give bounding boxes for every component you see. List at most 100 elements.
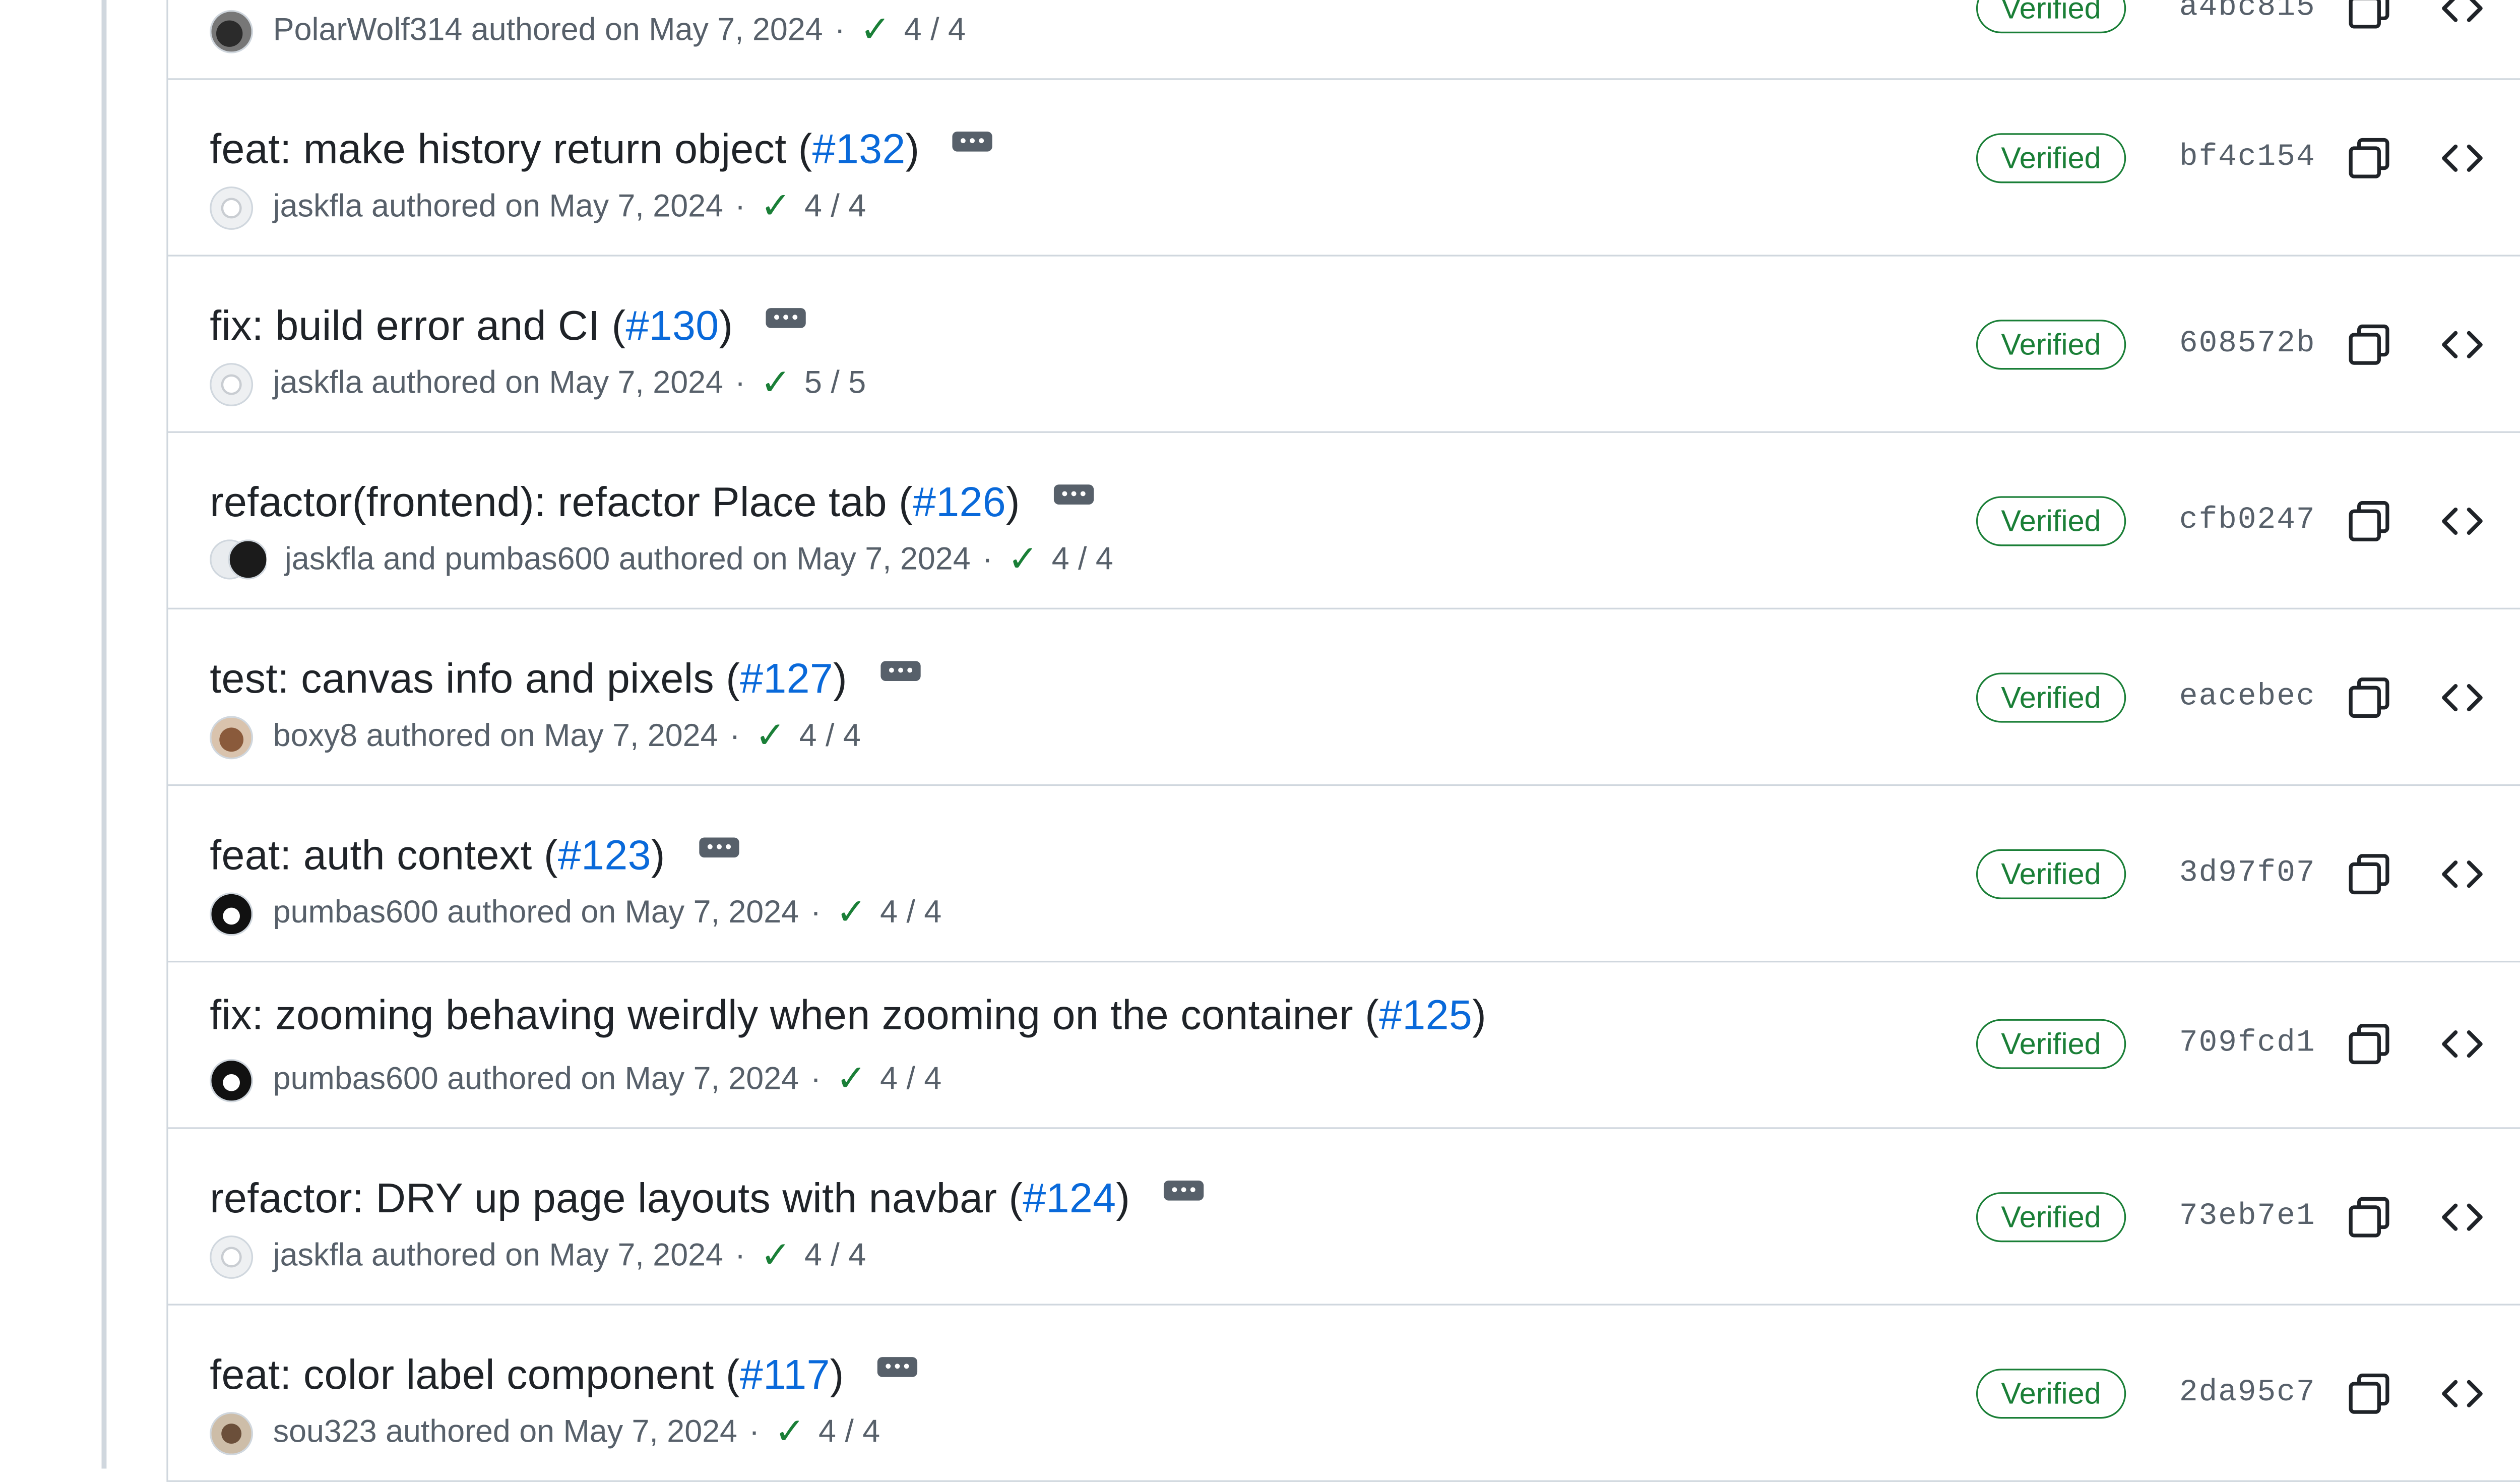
show-description-button[interactable] [939,117,1006,164]
verified-badge[interactable]: Verified [1976,1192,2126,1243]
copy-sha-button[interactable] [2346,1021,2392,1067]
checks-count[interactable]: 4 / 4 [804,190,866,227]
avatar-pumbas600[interactable] [210,1059,254,1102]
author-and-date[interactable]: boxy8 authored on May 7, 2024 [273,719,718,756]
verified-badge[interactable]: Verified [1976,849,2126,899]
checks-count[interactable]: 4 / 4 [880,896,941,933]
checks-count[interactable]: 5 / 5 [804,366,866,403]
commit-message[interactable]: refactor(frontend): refactor Place tab ( [210,479,913,528]
copy-icon [2349,1197,2389,1238]
verified-badge[interactable]: Verified [1976,133,2126,183]
commit-sha[interactable]: 2da95c7 [2179,1375,2316,1410]
avatar-pair[interactable] [210,539,267,583]
check-icon[interactable]: ✓ [775,1410,805,1454]
check-icon[interactable]: ✓ [761,1234,791,1277]
checks-count[interactable]: 4 / 4 [1052,543,1113,580]
verified-badge[interactable]: Verified [1976,496,2126,546]
commit-sha[interactable]: 3d97f07 [2179,856,2316,891]
commit-message[interactable]: feat: auth context ( [210,833,558,881]
browse-repository-button[interactable] [2439,0,2485,32]
show-description-button[interactable] [1040,470,1107,517]
check-icon[interactable]: ✓ [761,185,791,228]
commit-sha[interactable]: a4bc815 [2179,0,2316,25]
author-and-date[interactable]: jaskfla authored on May 7, 2024 [273,1239,723,1276]
commit-sha[interactable]: 608572b [2179,326,2316,361]
commit-sha[interactable]: 709fcd1 [2179,1026,2316,1061]
checks-count[interactable]: 4 / 4 [804,1239,866,1276]
pull-request-link[interactable]: #117 [740,1352,830,1400]
copy-sha-button[interactable] [2346,1194,2392,1240]
verified-badge[interactable]: Verified [1976,672,2126,723]
pull-request-link[interactable]: #125 [1379,993,1472,1041]
author-and-date[interactable]: pumbas600 authored on May 7, 2024 [273,896,799,933]
author-and-date[interactable]: sou323 authored on May 7, 2024 [273,1415,737,1452]
copy-sha-button[interactable] [2346,135,2392,181]
check-icon[interactable]: ✓ [755,714,786,758]
browse-repository-button[interactable] [2439,674,2485,721]
checks-count[interactable]: 4 / 4 [880,1062,941,1099]
commit-sha[interactable]: 73eb7e1 [2179,1199,2316,1233]
checks-count[interactable]: 4 / 4 [818,1415,880,1452]
checks-count[interactable]: 4 / 4 [799,719,861,756]
avatar-jaskfla[interactable] [210,186,254,230]
author-and-date[interactable]: PolarWolf314 authored on May 7, 2024 [273,13,823,50]
pull-request-link[interactable]: #130 [625,303,719,351]
commit-message-close: ) [830,1352,844,1399]
check-icon[interactable]: ✓ [836,1058,867,1101]
show-description-button[interactable] [753,294,820,340]
show-description-button[interactable] [1150,1166,1217,1213]
author-and-date[interactable]: jaskfla authored on May 7, 2024 [273,366,723,403]
browse-repository-button[interactable] [2439,851,2485,897]
check-icon[interactable]: ✓ [761,361,791,405]
commit-message[interactable]: feat: make history return object ( [210,127,812,175]
pull-request-link[interactable]: #127 [740,656,833,704]
pull-request-link[interactable]: #123 [558,833,651,881]
avatar-sou323[interactable] [210,1412,254,1456]
copy-sha-button[interactable] [2346,674,2392,721]
commit-row: feat: auth context (#123) pumbas600 auth… [168,786,2520,963]
copy-sha-button[interactable] [2346,498,2392,544]
commit-sha[interactable]: bf4c154 [2179,140,2316,174]
copy-sha-button[interactable] [2346,0,2392,32]
verified-badge[interactable]: Verified [1976,320,2126,370]
avatar-polarwolf314[interactable] [210,10,254,53]
browse-repository-button[interactable] [2439,1371,2485,1417]
copy-sha-button[interactable] [2346,322,2392,368]
check-icon[interactable]: ✓ [860,9,891,52]
browse-repository-button[interactable] [2439,1194,2485,1240]
author-and-date[interactable]: pumbas600 authored on May 7, 2024 [273,1062,799,1099]
browse-repository-button[interactable] [2439,1021,2485,1067]
commit-sha[interactable]: cfb0247 [2179,503,2316,538]
browse-repository-button[interactable] [2439,498,2485,544]
verified-badge[interactable]: Verified [1976,1369,2126,1419]
show-description-button[interactable] [685,823,751,870]
author-and-date[interactable]: jaskfla and pumbas600 authored on May 7,… [285,543,971,580]
kebab-horizontal-icon [953,131,993,151]
checks-count[interactable]: 4 / 4 [904,13,966,50]
pull-request-link[interactable]: #126 [913,479,1006,528]
commit-sha[interactable]: eacebec [2179,680,2316,714]
copy-sha-button[interactable] [2346,851,2392,897]
commit-message[interactable]: fix: build error and CI ( [210,303,625,351]
copy-sha-button[interactable] [2346,1371,2392,1417]
verified-badge[interactable]: Verified [1976,1019,2126,1069]
browse-repository-button[interactable] [2439,322,2485,368]
commit-message[interactable]: feat: color label component ( [210,1352,740,1400]
show-description-button[interactable] [867,647,934,693]
verified-badge[interactable]: Verified [1976,0,2126,34]
commit-message[interactable]: refactor: DRY up page layouts with navba… [210,1176,1023,1224]
avatar-pumbas600[interactable] [228,539,267,580]
avatar-pumbas600[interactable] [210,892,254,936]
commit-message[interactable]: fix: zooming behaving weirdly when zoomi… [210,993,1379,1041]
commit-message[interactable]: test: canvas info and pixels ( [210,656,740,704]
check-icon[interactable]: ✓ [1007,538,1038,581]
avatar-jaskfla[interactable] [210,1235,254,1279]
show-description-button[interactable] [864,1343,930,1389]
avatar-jaskfla[interactable] [210,363,254,406]
pull-request-link[interactable]: #132 [812,127,906,175]
check-icon[interactable]: ✓ [836,891,867,934]
author-and-date[interactable]: jaskfla authored on May 7, 2024 [273,190,723,227]
avatar-boxy8[interactable] [210,716,254,760]
browse-repository-button[interactable] [2439,135,2485,181]
pull-request-link[interactable]: #124 [1023,1176,1116,1224]
